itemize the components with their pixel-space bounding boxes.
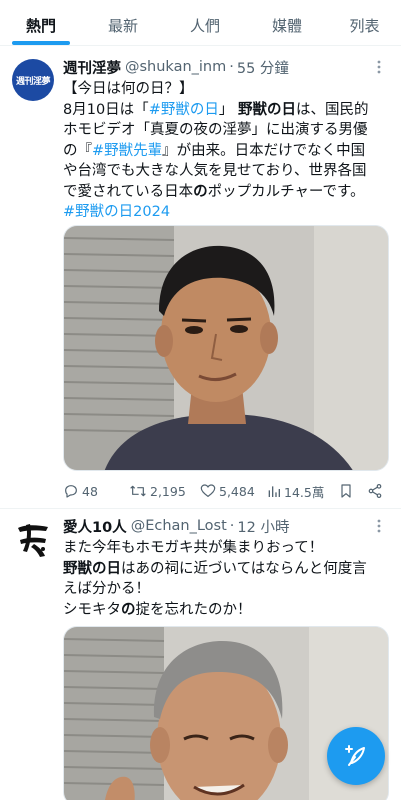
more-options-button[interactable] <box>369 57 389 77</box>
tweet-line: ホモビデオ「真夏の夜の淫夢」に出演する男優 <box>63 120 389 141</box>
text-run: 」 <box>218 101 238 118</box>
tweet-photo[interactable] <box>63 225 389 471</box>
highlighted-term: 野獣の日 <box>63 560 121 577</box>
tab-people[interactable]: 人們 <box>164 0 246 45</box>
highlighted-term: の <box>193 183 208 200</box>
highlighted-term: 野獣の日 <box>237 101 296 118</box>
timestamp[interactable]: 12 小時 <box>237 516 289 537</box>
tweet-line: 野獣の日はあの祠に近づいてはならんと何度言 <box>63 559 389 580</box>
tweet-line: また今年もホモガキ共が集まりおって！ <box>63 540 324 556</box>
display-name[interactable]: 愛人10人 <box>63 516 127 537</box>
tweet-line: えば分かる！ <box>63 581 150 597</box>
share-icon <box>368 484 382 498</box>
tab-media-label: 媒體 <box>271 17 302 35</box>
retweet-button[interactable]: 2,195 <box>129 483 200 499</box>
text-run: 』が由来。日本だけでなく中国 <box>162 142 366 159</box>
text-run: で愛されている日本 <box>63 183 194 200</box>
views-count: 14.5萬 <box>284 484 325 500</box>
tweet-header: 愛人10人 @Echan_Lost · 12 小時 <box>63 516 389 536</box>
photo-young-man-portrait <box>64 226 388 470</box>
text-run: 8月10日は「 <box>63 101 149 118</box>
heart-icon <box>200 484 216 497</box>
hashtag-link[interactable]: #野獣先輩 <box>92 143 162 159</box>
tab-lists-label: 列表 <box>349 17 380 35</box>
views-chart-icon <box>268 486 280 497</box>
retweet-count: 2,195 <box>150 483 186 499</box>
like-button[interactable]: 5,484 <box>200 483 267 499</box>
avatar[interactable] <box>12 518 54 560</box>
bookmark-button[interactable] <box>339 483 367 499</box>
tweet-line: で愛されている日本のポップカルチャーです。 <box>63 182 389 203</box>
tweet-line: の『#野獣先輩』が由来。日本だけでなく中国 <box>63 141 389 162</box>
separator-dot: · <box>229 518 235 534</box>
like-count: 5,484 <box>219 483 255 499</box>
highlighted-term: の <box>121 601 136 618</box>
more-vertical-icon <box>377 60 381 74</box>
hashtag-link[interactable]: #野獣の日 <box>149 102 219 118</box>
text-run: 真夏の夜の淫夢 <box>150 122 252 138</box>
tweet-line: 【今日は何の日？】 <box>63 81 194 97</box>
tweet-text: 【今日は何の日？】 8月10日は「#野獣の日」 野獣の日は、国民的 ホモビデオ「… <box>63 79 389 223</box>
tweet-text: また今年もホモガキ共が集まりおって！ 野獣の日はあの祠に近づいてはならんと何度言… <box>63 538 389 620</box>
views-button[interactable]: 14.5萬 <box>267 482 339 501</box>
hashtag-link[interactable]: #野獣の日2024 <box>63 202 389 223</box>
search-tab-bar: 熱門 最新 人們 媒體 列表 <box>0 0 401 46</box>
more-vertical-icon <box>377 519 381 533</box>
tab-people-label: 人們 <box>189 17 220 35</box>
reply-button[interactable]: 48 <box>63 483 129 499</box>
tweet-line: 8月10日は「#野獣の日」 野獣の日は、国民的 <box>63 100 389 121</box>
text-run: 掟を忘れたのか！ <box>135 601 252 618</box>
active-tab-indicator <box>12 41 70 45</box>
text-run: はあの祠に近づいてはならんと何度言 <box>121 560 367 577</box>
tweet[interactable]: 週刊淫夢 週刊淫夢 @shukan_inm · 55 分鐘 【今日は何の日？】 … <box>0 47 401 509</box>
text-run: の『 <box>63 142 92 159</box>
text-run: 」に出演する男優 <box>251 122 368 138</box>
reply-icon <box>65 485 77 498</box>
tweet-line: や台湾でも大きな人気を見せており、世界各国 <box>63 163 367 179</box>
avatar-brush-calligraphy-image <box>12 518 54 560</box>
tab-top-label: 熱門 <box>25 17 56 35</box>
compose-feather-icon <box>345 745 365 766</box>
text-run: は、国民的 <box>295 101 369 118</box>
tab-lists[interactable]: 列表 <box>328 0 401 45</box>
tab-top[interactable]: 熱門 <box>0 0 82 45</box>
more-options-button[interactable] <box>369 516 389 536</box>
user-handle[interactable]: @shukan_inm <box>125 59 226 75</box>
tab-latest-label: 最新 <box>107 17 138 35</box>
compose-tweet-button[interactable] <box>327 727 385 785</box>
avatar-logo-text: 週刊淫夢 <box>15 76 51 87</box>
user-handle[interactable]: @Echan_Lost <box>131 518 227 534</box>
share-button[interactable] <box>367 483 387 499</box>
text-run: シモキタ <box>63 601 121 618</box>
bookmark-icon <box>341 484 351 498</box>
text-run: ホモビデオ「 <box>63 122 150 138</box>
timestamp[interactable]: 55 分鐘 <box>237 57 289 78</box>
tab-latest[interactable]: 最新 <box>82 0 164 45</box>
tab-media[interactable]: 媒體 <box>246 0 328 45</box>
tweet-actions: 48 2,195 5,484 14.5萬 <box>63 481 389 501</box>
retweet-icon <box>130 485 146 497</box>
tweet-header: 週刊淫夢 @shukan_inm · 55 分鐘 <box>63 57 389 77</box>
reply-count: 48 <box>82 483 98 499</box>
display-name[interactable]: 週刊淫夢 <box>63 57 121 78</box>
separator-dot: · <box>229 59 234 75</box>
text-run: ポップカルチャーです。 <box>207 183 365 200</box>
avatar[interactable]: 週刊淫夢 <box>12 59 54 101</box>
tweet-line: シモキタの掟を忘れたのか！ <box>63 600 389 621</box>
